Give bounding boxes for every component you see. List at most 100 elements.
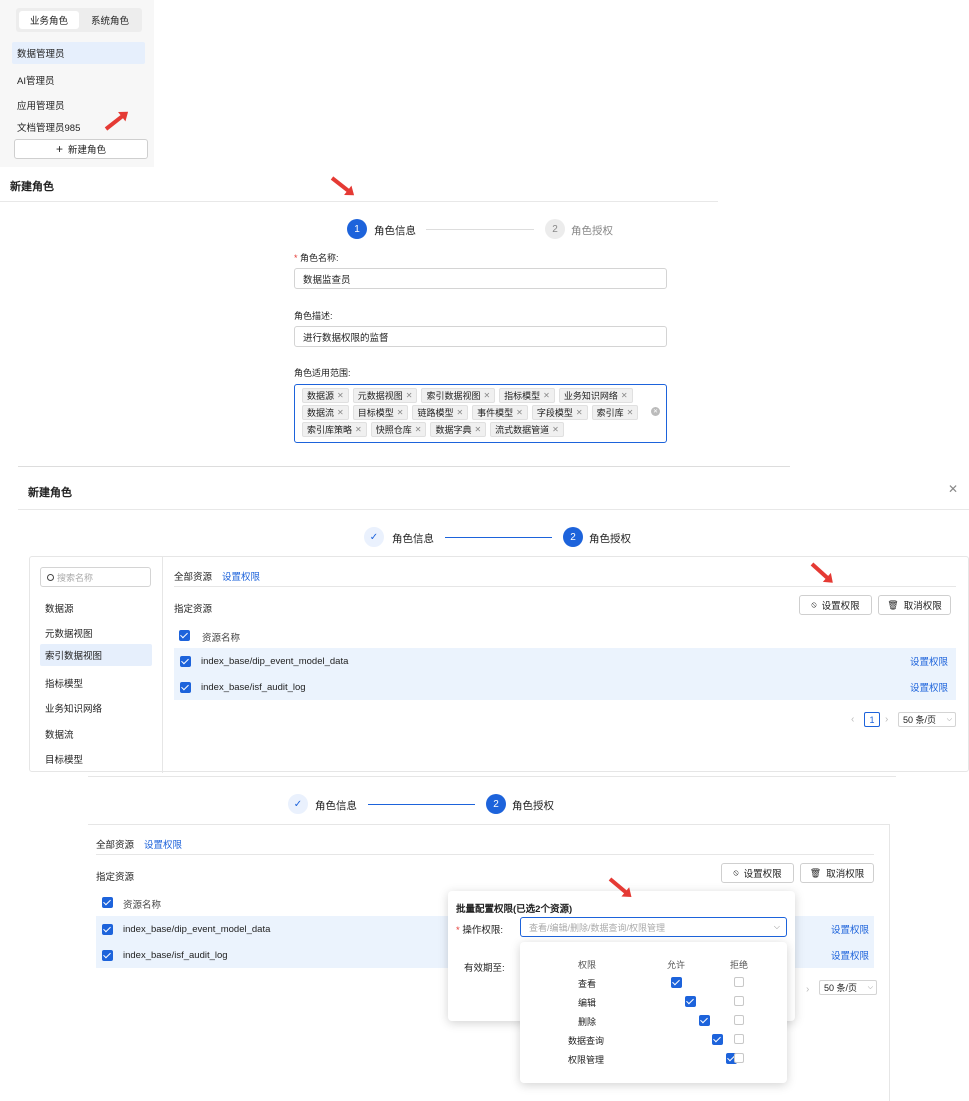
tab-divider bbox=[174, 586, 956, 587]
category-item-selected[interactable]: 索引数据视图 bbox=[40, 644, 152, 666]
allow-checkbox[interactable] bbox=[671, 977, 682, 988]
close-icon[interactable]: ✕ bbox=[516, 408, 523, 417]
row-checkbox[interactable] bbox=[180, 655, 191, 667]
row-checkbox[interactable] bbox=[102, 923, 113, 935]
close-icon[interactable]: ✕ bbox=[397, 408, 404, 417]
role-item-doc-admin[interactable]: 文档管理员985 bbox=[17, 120, 80, 134]
pagination-current-page[interactable]: 1 bbox=[864, 712, 880, 727]
scope-tag[interactable]: 数据流 ✕ bbox=[302, 405, 349, 420]
perm-label-view: 查看 bbox=[578, 979, 597, 989]
close-icon[interactable]: ✕ bbox=[406, 391, 413, 400]
tab-set-permission[interactable]: 设置权限 bbox=[144, 837, 182, 851]
role-name-input[interactable]: 数据监查员 bbox=[294, 268, 667, 289]
scope-tags: 数据源 ✕ 元数据视图 ✕ 索引数据视图 ✕ 指标模型 ✕ 业务知识网络 ✕ 数据流 ✕ 目… bbox=[300, 387, 646, 438]
row-set-permission-link[interactable]: 设置权限 bbox=[831, 922, 869, 936]
tab-business-roles[interactable]: 业务角色 bbox=[19, 11, 79, 29]
close-icon[interactable]: ✕ bbox=[543, 391, 550, 400]
close-icon[interactable]: ✕ bbox=[355, 425, 362, 434]
close-icon[interactable]: ✕ bbox=[621, 391, 628, 400]
allow-checkbox[interactable] bbox=[684, 996, 696, 1007]
category-item[interactable]: 目标模型 bbox=[45, 752, 83, 766]
deny-checkbox[interactable] bbox=[734, 977, 744, 987]
pagination-next-icon[interactable]: › bbox=[806, 984, 809, 995]
row-set-permission-link[interactable]: 设置权限 bbox=[910, 654, 948, 668]
category-item[interactable]: 数据流 bbox=[45, 727, 74, 741]
tab-all-resources[interactable]: 全部资源 bbox=[96, 837, 134, 851]
page-size-select[interactable]: 50 条/页 ⌵ bbox=[898, 712, 956, 727]
pagination-prev-icon[interactable]: ‹ bbox=[851, 714, 854, 725]
deny-checkbox[interactable] bbox=[734, 996, 744, 1006]
close-icon[interactable]: ✕ bbox=[552, 425, 559, 434]
scope-tag-label: 元数据视图 bbox=[357, 391, 403, 401]
close-icon[interactable]: ✕ bbox=[483, 391, 490, 400]
scope-tag[interactable]: 流式数据管道 ✕ bbox=[490, 422, 564, 437]
scope-tag[interactable]: 指标模型 ✕ bbox=[499, 388, 555, 403]
scope-tag[interactable]: 事件模型 ✕ bbox=[472, 405, 528, 420]
set-permission-button[interactable]: ⦸ 设置权限 bbox=[799, 595, 872, 615]
scope-tag-label: 指标模型 bbox=[504, 391, 541, 401]
header-permission: 权限 bbox=[578, 960, 597, 970]
role-scope-select[interactable]: 数据源 ✕ 元数据视图 ✕ 索引数据视图 ✕ 指标模型 ✕ 业务知识网络 ✕ 数据流 ✕ 目… bbox=[294, 384, 667, 443]
cancel-permission-button[interactable]: 🗑 取消权限 bbox=[800, 863, 874, 883]
row-checkbox[interactable] bbox=[180, 681, 191, 693]
allow-checkbox[interactable] bbox=[712, 1034, 724, 1045]
scope-tag[interactable]: 索引库 ✕ bbox=[591, 405, 639, 420]
select-all-checkbox[interactable] bbox=[179, 630, 190, 641]
page-size-select[interactable]: 50 条/页 ⌵ bbox=[819, 980, 877, 995]
close-icon[interactable]: ✕ bbox=[576, 408, 583, 417]
deny-checkbox[interactable] bbox=[734, 1015, 744, 1025]
close-icon[interactable]: ✕ bbox=[337, 391, 344, 400]
search-icon bbox=[47, 573, 54, 581]
close-icon[interactable]: ✕ bbox=[627, 408, 634, 417]
tab-set-permission[interactable]: 设置权限 bbox=[222, 569, 260, 583]
step-2-circle: 2 bbox=[486, 794, 506, 814]
operation-permission-label-text: 操作权限: bbox=[462, 925, 503, 936]
scope-tag[interactable]: 数据源 ✕ bbox=[302, 388, 349, 403]
perm-label-perm-manage: 权限管理 bbox=[568, 1055, 605, 1065]
tab-all-resources[interactable]: 全部资源 bbox=[174, 569, 212, 583]
close-icon[interactable]: ✕ bbox=[456, 408, 463, 417]
category-item[interactable]: 元数据视图 bbox=[45, 626, 93, 640]
row-set-permission-link[interactable]: 设置权限 bbox=[831, 948, 869, 962]
role-item-app-admin[interactable]: 应用管理员 bbox=[17, 98, 65, 112]
category-item[interactable]: 数据源 bbox=[45, 601, 74, 615]
close-icon[interactable]: ✕ bbox=[415, 425, 422, 434]
scope-tag[interactable]: 字段模型 ✕ bbox=[531, 405, 588, 420]
tab-system-roles[interactable]: 系统角色 bbox=[80, 11, 140, 29]
operation-permission-select[interactable]: 查看/编辑/删除/数据查询/权限管理 ⌵ bbox=[520, 917, 787, 937]
scope-tag[interactable]: 快照仓库 ✕ bbox=[370, 422, 427, 437]
select-all-checkbox[interactable] bbox=[102, 897, 113, 908]
check-icon: ✓ bbox=[293, 798, 303, 810]
set-permission-button[interactable]: ⦸ 设置权限 bbox=[721, 863, 794, 883]
page-size-value: 50 条/页 bbox=[824, 983, 858, 993]
pagination-next-icon[interactable]: › bbox=[885, 714, 888, 725]
scope-tag[interactable]: 索引库策略 ✕ bbox=[302, 422, 367, 437]
scope-tag[interactable]: 数据字典 ✕ bbox=[430, 422, 487, 437]
role-desc-input[interactable]: 进行数据权限的监督 bbox=[294, 326, 667, 347]
allow-checkbox[interactable] bbox=[698, 1015, 710, 1026]
clear-icon[interactable]: ✕ bbox=[651, 407, 660, 416]
category-item[interactable]: 指标模型 bbox=[45, 676, 83, 690]
scope-tag[interactable]: 元数据视图 ✕ bbox=[352, 388, 418, 403]
step-1-done: ✓ bbox=[364, 527, 384, 547]
scope-tag[interactable]: 目标模型 ✕ bbox=[352, 405, 409, 420]
scope-tag[interactable]: 索引数据视图 ✕ bbox=[421, 388, 496, 403]
close-icon[interactable]: ✕ bbox=[337, 408, 344, 417]
close-icon[interactable]: ✕ bbox=[474, 425, 481, 434]
search-input[interactable]: 搜索名称 bbox=[40, 567, 151, 587]
role-item-ai-admin[interactable]: AI管理员 bbox=[17, 73, 54, 87]
role-item-data-admin[interactable]: 数据管理员 bbox=[12, 42, 145, 64]
row-checkbox[interactable] bbox=[102, 949, 113, 961]
search-placeholder: 搜索名称 bbox=[57, 572, 94, 583]
category-item[interactable]: 业务知识网络 bbox=[45, 701, 102, 715]
scope-tag[interactable]: 链路模型 ✕ bbox=[412, 405, 469, 420]
new-role-button[interactable]: + 新建角色 bbox=[14, 139, 148, 159]
category-label: 索引数据视图 bbox=[45, 651, 103, 662]
cancel-permission-button[interactable]: 🗑 取消权限 bbox=[878, 595, 951, 615]
deny-checkbox[interactable] bbox=[734, 1034, 744, 1044]
scope-tag[interactable]: 业务知识网络 ✕ bbox=[558, 388, 633, 403]
table-row: index_base/dip_event_model_data 设置权限 bbox=[174, 648, 956, 674]
close-icon[interactable]: ✕ bbox=[948, 482, 958, 496]
deny-checkbox[interactable] bbox=[734, 1053, 744, 1063]
row-set-permission-link[interactable]: 设置权限 bbox=[910, 680, 948, 694]
